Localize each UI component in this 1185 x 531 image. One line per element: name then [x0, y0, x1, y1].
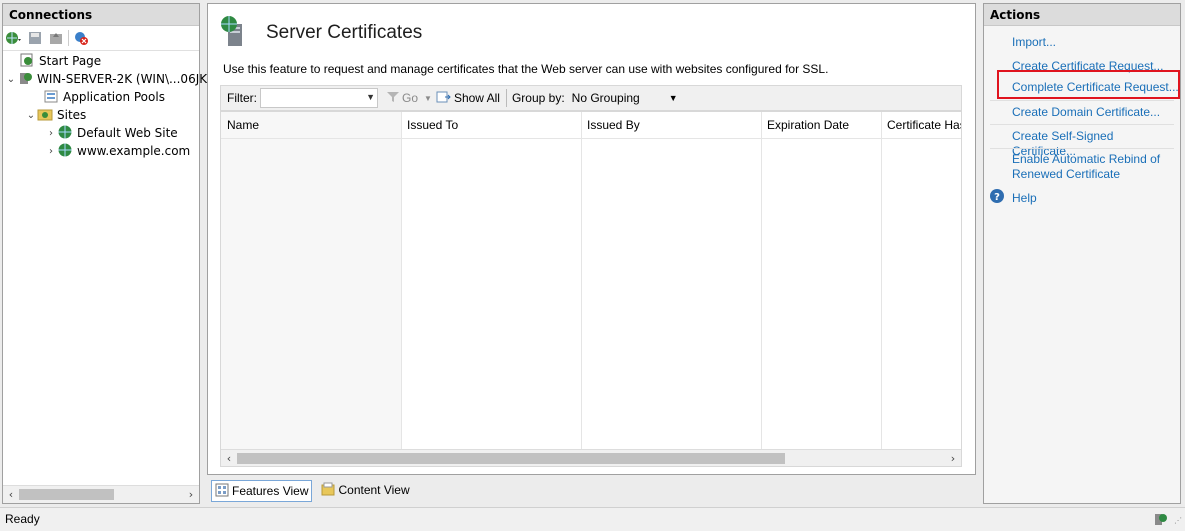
- show-all-button[interactable]: Show All: [436, 90, 500, 107]
- tree-item-example-site[interactable]: › www.example.com: [45, 142, 190, 160]
- tree-item-sites[interactable]: ⌄ Sites: [25, 106, 87, 125]
- column-expiration-date[interactable]: Expiration Date: [761, 112, 882, 449]
- feature-title-row: Server Certificates: [218, 14, 422, 51]
- certificates-table: ^ Name Issued To Issued By Expiration Da…: [220, 111, 962, 467]
- chevron-down-icon[interactable]: ⌄: [5, 74, 17, 85]
- feature-pane: Server Certificates Use this feature to …: [207, 3, 976, 475]
- scroll-track[interactable]: [237, 452, 945, 464]
- actions-pane: Actions Import... Create Certificate Req…: [983, 3, 1181, 504]
- create-domain-certificate-link[interactable]: Create Domain Certificate...: [1012, 105, 1160, 120]
- server-certificates-icon: [218, 14, 252, 51]
- filter-input[interactable]: ▼: [260, 88, 378, 108]
- connections-horizontal-scrollbar[interactable]: ‹ ›: [3, 485, 199, 503]
- filter-label: Filter:: [227, 91, 257, 105]
- group-by-select[interactable]: No Grouping ▼: [569, 88, 681, 108]
- save-icon[interactable]: [26, 29, 44, 47]
- sites-folder-icon: [37, 106, 53, 125]
- server-icon: [17, 70, 33, 89]
- tree-label: Start Page: [39, 54, 102, 68]
- tree-item-start-page[interactable]: Start Page: [19, 52, 101, 70]
- tree-label: WIN-SERVER-2K (WIN\...06JK: [37, 72, 208, 86]
- tree-item-default-web-site[interactable]: › Default Web Site: [45, 124, 178, 142]
- status-bar: Ready ⋰: [0, 507, 1185, 531]
- tree-label: Application Pools: [63, 90, 165, 104]
- column-name[interactable]: ^ Name: [221, 112, 402, 449]
- show-all-icon: [436, 90, 452, 107]
- scroll-right-icon[interactable]: ›: [945, 452, 961, 465]
- toolbar-separator: [68, 30, 69, 46]
- filter-bar: Filter: ▼ Go ▼ Show All Group by: No Gro…: [220, 85, 962, 111]
- scroll-left-icon[interactable]: ‹: [3, 488, 19, 501]
- tab-content-view[interactable]: Content View: [318, 480, 412, 500]
- start-page-icon: [19, 52, 35, 71]
- group-by-label: Group by:: [511, 91, 565, 105]
- content-view-icon: [321, 482, 335, 499]
- actions-divider: [990, 100, 1174, 101]
- go-label: Go: [402, 91, 419, 105]
- dropdown-arrow-icon[interactable]: ▼: [424, 94, 432, 103]
- up-folder-icon[interactable]: [47, 29, 65, 47]
- connections-pane: Connections Start Page ⌄ WIN-SERVER-2K (…: [2, 3, 207, 504]
- features-view-icon: [215, 483, 229, 500]
- help-link[interactable]: Help: [1012, 191, 1037, 205]
- connections-toolbar: [3, 26, 199, 51]
- filter-separator: [505, 89, 507, 107]
- column-certificate-hash[interactable]: Certificate Has: [881, 112, 961, 449]
- tab-label: Features View: [232, 484, 309, 498]
- scroll-track[interactable]: [19, 489, 183, 500]
- feature-description: Use this feature to request and manage c…: [223, 62, 829, 76]
- tab-label: Content View: [338, 483, 410, 497]
- go-button[interactable]: Go ▼: [386, 91, 432, 106]
- actions-header: Actions: [984, 4, 1180, 26]
- column-issued-by[interactable]: Issued By: [581, 112, 762, 449]
- tree-label: Sites: [57, 108, 87, 122]
- group-by-value: No Grouping: [571, 91, 640, 105]
- dropdown-arrow-icon[interactable]: ▼: [669, 88, 678, 108]
- connections-header: Connections: [3, 4, 199, 26]
- tree-item-application-pools[interactable]: Application Pools: [43, 88, 165, 106]
- scroll-thumb[interactable]: [19, 489, 114, 500]
- chevron-right-icon[interactable]: ›: [45, 128, 57, 139]
- globe-icon: [57, 124, 73, 143]
- disconnect-icon[interactable]: [72, 29, 90, 47]
- tree-item-server[interactable]: ⌄ WIN-SERVER-2K (WIN\...06JK: [5, 70, 207, 88]
- scroll-right-icon[interactable]: ›: [183, 488, 199, 501]
- globe-icon: [57, 142, 73, 161]
- table-header-row: [221, 112, 961, 139]
- actions-divider: [990, 148, 1174, 149]
- tab-features-view[interactable]: Features View: [211, 480, 313, 502]
- table-horizontal-scrollbar[interactable]: ‹ ›: [221, 449, 961, 466]
- help-icon: ?: [989, 188, 1005, 207]
- dropdown-arrow-icon[interactable]: ▼: [366, 92, 375, 102]
- chevron-right-icon[interactable]: ›: [45, 146, 57, 157]
- highlight-box: [997, 70, 1180, 99]
- svg-text:?: ?: [994, 192, 1000, 203]
- scroll-left-icon[interactable]: ‹: [221, 452, 237, 465]
- application-pools-icon: [43, 88, 59, 107]
- import-link[interactable]: Import...: [1012, 35, 1056, 50]
- connect-globe-icon[interactable]: [5, 29, 23, 47]
- funnel-icon: [386, 91, 400, 106]
- scroll-thumb[interactable]: [237, 452, 785, 464]
- tree-label: www.example.com: [77, 144, 191, 158]
- help-row[interactable]: ? Help: [989, 188, 1037, 207]
- enable-automatic-rebind-link[interactable]: Enable Automatic Rebind of Renewed Certi…: [1012, 152, 1172, 182]
- page-title: Server Certificates: [266, 21, 423, 43]
- network-status-icon: [1153, 511, 1169, 530]
- status-text: Ready: [5, 512, 40, 526]
- show-all-label: Show All: [453, 91, 500, 105]
- actions-divider: [990, 124, 1174, 125]
- tree-label: Default Web Site: [77, 126, 178, 140]
- resize-grip-icon[interactable]: ⋰: [1174, 516, 1182, 525]
- chevron-down-icon[interactable]: ⌄: [25, 110, 37, 121]
- column-issued-to[interactable]: Issued To: [401, 112, 582, 449]
- view-tabs: Features View Content View: [211, 480, 413, 502]
